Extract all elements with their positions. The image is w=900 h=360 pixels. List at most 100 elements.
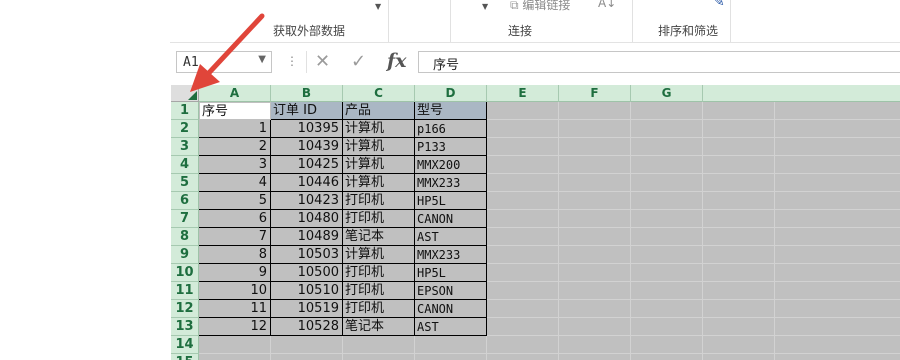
table-cell[interactable]: AST <box>415 318 487 336</box>
table-cell[interactable]: 计算机 <box>343 174 415 192</box>
column-header-g[interactable]: G <box>631 85 703 102</box>
row-header-15[interactable]: 15 <box>171 354 199 360</box>
gridline-horizontal <box>199 353 900 354</box>
row-header-6[interactable]: 6 <box>171 192 199 210</box>
table-cell[interactable]: 打印机 <box>343 300 415 318</box>
chevron-down-icon[interactable]: ▼ <box>258 54 266 65</box>
active-cell[interactable]: 序号 <box>199 102 271 120</box>
table-cell[interactable]: 10489 <box>271 228 343 246</box>
dropdown-caret-icon[interactable]: ▼ <box>482 2 488 11</box>
filter-icon[interactable]: ✎ <box>713 0 725 10</box>
gridline-vertical <box>702 102 703 360</box>
row-header-14[interactable]: 14 <box>171 336 199 354</box>
dropdown-caret-icon[interactable]: ▼ <box>375 2 381 11</box>
formula-input-value: 序号 <box>433 58 460 73</box>
row-header-1[interactable]: 1 <box>171 102 199 120</box>
table-header-cell[interactable]: 产品 <box>343 102 415 120</box>
row-header-8[interactable]: 8 <box>171 228 199 246</box>
insert-function-button[interactable]: fx <box>387 50 407 72</box>
column-header-e[interactable]: E <box>487 85 559 102</box>
check-icon[interactable]: ✓ <box>351 51 366 72</box>
table-cell[interactable]: 10439 <box>271 138 343 156</box>
ribbon-separator <box>388 0 389 42</box>
table-cell[interactable]: HP5L <box>415 264 487 282</box>
formula-input[interactable]: 序号 <box>418 51 900 73</box>
column-header-a[interactable]: A <box>199 85 271 102</box>
table-cell[interactable]: 5 <box>199 192 271 210</box>
column-header-c[interactable]: C <box>343 85 415 102</box>
table-cell[interactable]: 1 <box>199 120 271 138</box>
table-cell[interactable]: 计算机 <box>343 246 415 264</box>
more-options-icon[interactable]: ⋮ <box>286 54 298 68</box>
table-cell[interactable]: 笔记本 <box>343 228 415 246</box>
row-header-13[interactable]: 13 <box>171 318 199 336</box>
table-cell[interactable]: 10423 <box>271 192 343 210</box>
table-cell[interactable]: MMX200 <box>415 156 487 174</box>
table-cell[interactable]: 9 <box>199 264 271 282</box>
edit-links-button[interactable]: ⧉ 编辑链接 <box>510 0 570 13</box>
spreadsheet-grid[interactable]: ABCDEFG123456789101112131415序号订单 ID产品型号1… <box>171 85 900 360</box>
ribbon: ▼ ▼ ⧉ 编辑链接 A↓ ✎ 获取外部数据 连接 排序和筛选 <box>170 0 900 42</box>
column-header-b[interactable]: B <box>271 85 343 102</box>
row-header-10[interactable]: 10 <box>171 264 199 282</box>
table-cell[interactable]: 10528 <box>271 318 343 336</box>
table-cell[interactable]: 11 <box>199 300 271 318</box>
table-cell[interactable]: 计算机 <box>343 138 415 156</box>
row-header-2[interactable]: 2 <box>171 120 199 138</box>
table-cell[interactable]: 10425 <box>271 156 343 174</box>
table-cell[interactable]: 笔记本 <box>343 318 415 336</box>
row-header-4[interactable]: 4 <box>171 156 199 174</box>
table-cell[interactable]: 10510 <box>271 282 343 300</box>
row-header-12[interactable]: 12 <box>171 300 199 318</box>
table-cell[interactable]: 4 <box>199 174 271 192</box>
table-cell[interactable]: p166 <box>415 120 487 138</box>
table-cell[interactable]: 3 <box>199 156 271 174</box>
table-cell[interactable]: HP5L <box>415 192 487 210</box>
table-cell[interactable]: AST <box>415 228 487 246</box>
table-cell[interactable]: 7 <box>199 228 271 246</box>
row-header-11[interactable]: 11 <box>171 282 199 300</box>
row-header-9[interactable]: 9 <box>171 246 199 264</box>
name-box-value: A1 <box>183 55 199 70</box>
gridline-vertical <box>630 102 631 360</box>
table-cell[interactable]: 打印机 <box>343 192 415 210</box>
table-cell[interactable]: 6 <box>199 210 271 228</box>
table-cell[interactable]: CANON <box>415 210 487 228</box>
column-header-next[interactable] <box>703 85 900 102</box>
table-cell[interactable]: 计算机 <box>343 120 415 138</box>
table-cell[interactable]: CANON <box>415 300 487 318</box>
table-cell[interactable]: EPSON <box>415 282 487 300</box>
cancel-icon[interactable]: ✕ <box>315 51 330 72</box>
table-cell[interactable]: 10395 <box>271 120 343 138</box>
row-header-3[interactable]: 3 <box>171 138 199 156</box>
ribbon-separator <box>730 0 731 42</box>
table-cell[interactable]: 12 <box>199 318 271 336</box>
table-header-cell[interactable]: 型号 <box>415 102 487 120</box>
table-header-cell[interactable]: 订单 ID <box>271 102 343 120</box>
table-cell[interactable]: 打印机 <box>343 264 415 282</box>
table-cell[interactable]: 10446 <box>271 174 343 192</box>
column-header-f[interactable]: F <box>559 85 631 102</box>
table-cell[interactable]: 2 <box>199 138 271 156</box>
table-cell[interactable]: 10500 <box>271 264 343 282</box>
sort-az-icon[interactable]: A↓ <box>598 0 616 10</box>
table-cell[interactable]: MMX233 <box>415 246 487 264</box>
column-header-d[interactable]: D <box>415 85 487 102</box>
table-cell[interactable]: 10503 <box>271 246 343 264</box>
table-cell[interactable]: 10519 <box>271 300 343 318</box>
table-cell[interactable]: 10 <box>199 282 271 300</box>
gridline-vertical <box>558 102 559 360</box>
table-cell[interactable]: 10480 <box>271 210 343 228</box>
row-header-7[interactable]: 7 <box>171 210 199 228</box>
table-cell[interactable]: MMX233 <box>415 174 487 192</box>
select-all-button[interactable] <box>171 85 199 102</box>
table-cell[interactable]: 计算机 <box>343 156 415 174</box>
ribbon-separator <box>632 0 633 42</box>
name-box[interactable]: A1 ▼ <box>176 51 272 73</box>
table-cell[interactable]: 打印机 <box>343 210 415 228</box>
table-cell[interactable]: 8 <box>199 246 271 264</box>
table-cell[interactable]: P133 <box>415 138 487 156</box>
link-icon: ⧉ <box>510 0 519 12</box>
row-header-5[interactable]: 5 <box>171 174 199 192</box>
table-cell[interactable]: 打印机 <box>343 282 415 300</box>
